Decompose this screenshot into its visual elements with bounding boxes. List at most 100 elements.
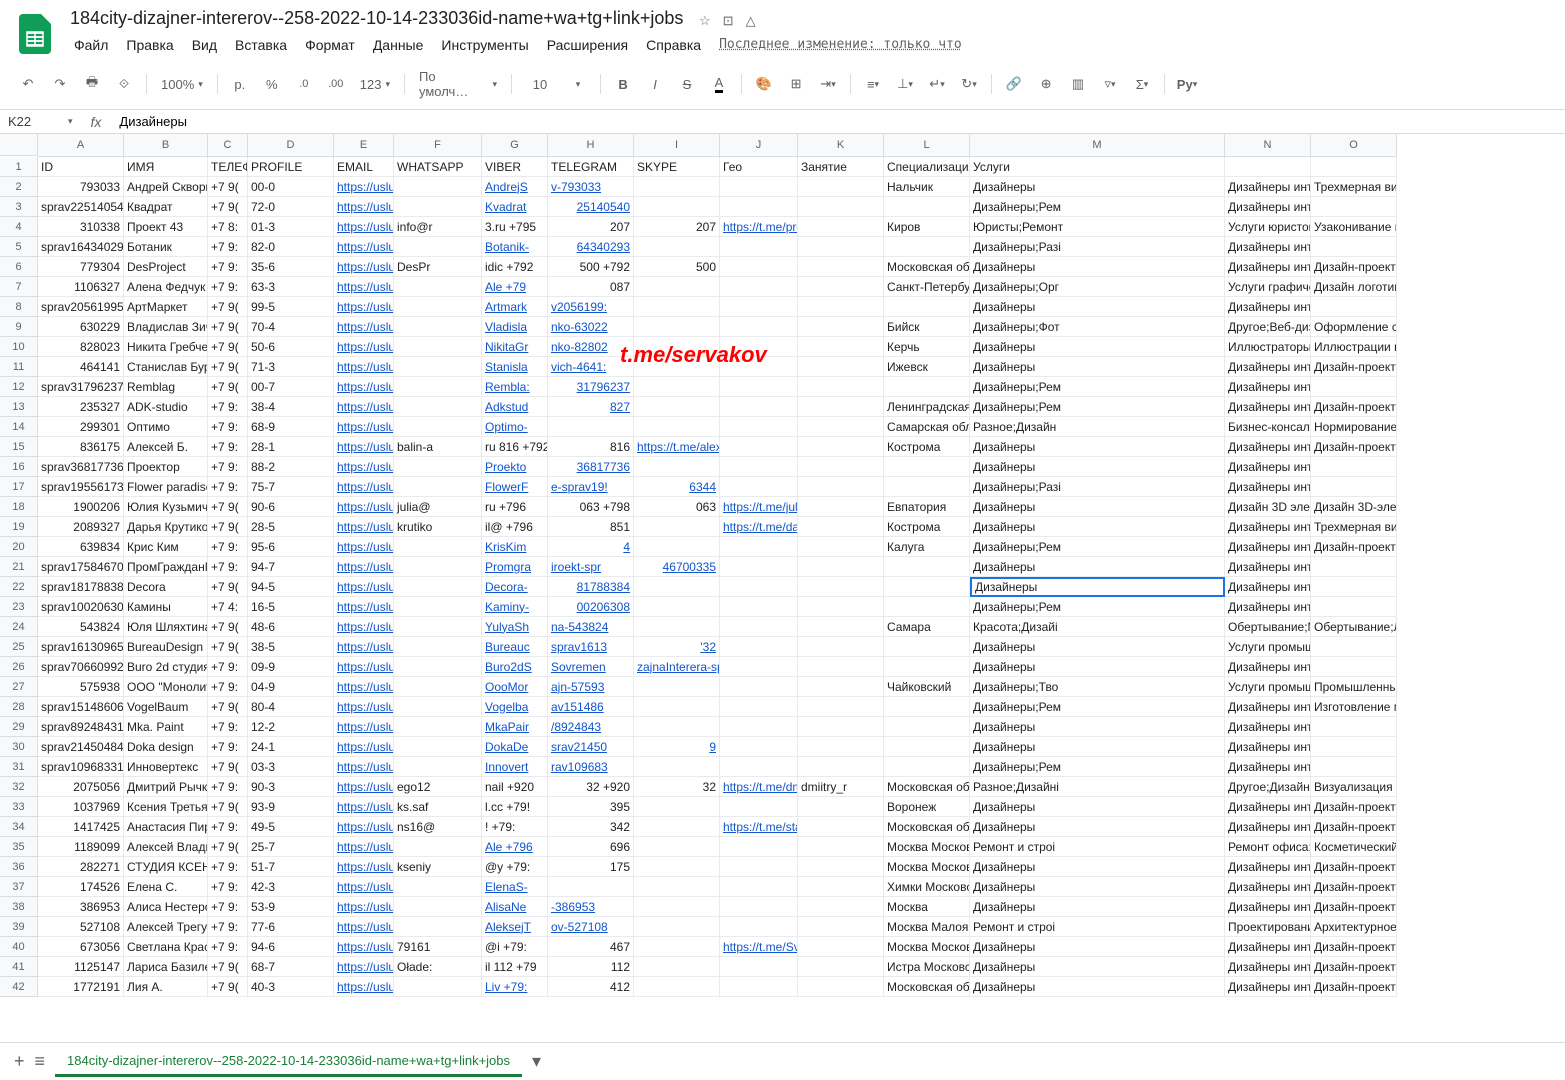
cell[interactable]: sprav892484316 bbox=[38, 717, 124, 737]
cell[interactable] bbox=[634, 897, 720, 917]
cell[interactable] bbox=[394, 357, 482, 377]
cell[interactable]: ИМЯ bbox=[124, 157, 208, 177]
cell[interactable]: Artmark bbox=[482, 297, 548, 317]
cell[interactable]: Kaminy- bbox=[482, 597, 548, 617]
cell[interactable]: Дизайнеры интерьеров bbox=[1225, 557, 1311, 577]
cell[interactable]: Нормирование труда ;Трехмерная визуализа… bbox=[1311, 417, 1397, 437]
zoom-select[interactable]: 100%▾ bbox=[155, 73, 209, 96]
cell[interactable] bbox=[394, 317, 482, 337]
cell[interactable]: https://uslugi.yandex.ru bbox=[334, 597, 394, 617]
cell[interactable]: +7 9: bbox=[208, 817, 248, 837]
cell[interactable] bbox=[394, 237, 482, 257]
cell[interactable]: v2056199: bbox=[548, 297, 634, 317]
cell[interactable] bbox=[1311, 597, 1397, 617]
cell[interactable]: 68-7 bbox=[248, 957, 334, 977]
cell[interactable]: 828023 bbox=[38, 337, 124, 357]
cell[interactable]: Buro2dS bbox=[482, 657, 548, 677]
cell[interactable]: Дизайнеры интерьеров bbox=[1225, 297, 1311, 317]
cell[interactable]: 28-5 bbox=[248, 517, 334, 537]
cell[interactable]: Дизайнеры bbox=[970, 577, 1225, 597]
cell[interactable]: 63-3 bbox=[248, 277, 334, 297]
cell[interactable]: +7 9( bbox=[208, 577, 248, 597]
cell[interactable] bbox=[634, 397, 720, 417]
cell[interactable]: Дизайнеры;Фот bbox=[970, 317, 1225, 337]
cell[interactable]: 79161 bbox=[394, 937, 482, 957]
cell[interactable]: Проектор bbox=[124, 457, 208, 477]
cell[interactable]: sprav205619958 bbox=[38, 297, 124, 317]
cell[interactable] bbox=[798, 477, 884, 497]
cell[interactable]: +7 9( bbox=[208, 697, 248, 717]
cell[interactable]: Нальчик bbox=[884, 177, 970, 197]
cell[interactable]: +7 9( bbox=[208, 957, 248, 977]
cell[interactable]: Дизайнеры bbox=[970, 337, 1225, 357]
cell[interactable] bbox=[634, 317, 720, 337]
cell[interactable]: Красота;Дизайі bbox=[970, 617, 1225, 637]
cell[interactable]: AlisaNe bbox=[482, 897, 548, 917]
cell[interactable]: 310338 bbox=[38, 217, 124, 237]
cell[interactable]: https://uslugi.yandex.ru bbox=[334, 317, 394, 337]
cell[interactable]: https://t.me/proekt43_bot bbox=[720, 217, 798, 237]
cell[interactable] bbox=[720, 557, 798, 577]
cell[interactable]: Лариса Базилев bbox=[124, 957, 208, 977]
cell[interactable]: +7 9( bbox=[208, 637, 248, 657]
cell[interactable]: BureauDesign bbox=[124, 637, 208, 657]
cell[interactable]: zajnaInterera-sprav70660992804 bbox=[634, 657, 720, 677]
cell[interactable] bbox=[884, 557, 970, 577]
row-header[interactable]: 7 bbox=[0, 277, 38, 297]
cell[interactable] bbox=[798, 957, 884, 977]
cell[interactable]: 639834 bbox=[38, 537, 124, 557]
cell[interactable] bbox=[634, 237, 720, 257]
cell[interactable] bbox=[394, 897, 482, 917]
col-header[interactable]: F bbox=[394, 134, 482, 156]
cell[interactable]: +7 9: bbox=[208, 417, 248, 437]
col-header[interactable]: K bbox=[798, 134, 884, 156]
cell[interactable] bbox=[548, 877, 634, 897]
cell[interactable] bbox=[394, 337, 482, 357]
cell[interactable]: dmiitry_r bbox=[798, 777, 884, 797]
cell[interactable]: Москва Москова bbox=[884, 857, 970, 877]
cell[interactable] bbox=[798, 857, 884, 877]
wrap-icon[interactable]: ↵▾ bbox=[923, 70, 951, 98]
row-header[interactable]: 15 bbox=[0, 437, 38, 457]
cell[interactable] bbox=[394, 197, 482, 217]
cell[interactable] bbox=[1311, 577, 1397, 597]
cell[interactable]: Дизайнеры;Разі bbox=[970, 237, 1225, 257]
cell[interactable] bbox=[798, 677, 884, 697]
cell[interactable]: 90-3 bbox=[248, 777, 334, 797]
cell[interactable]: 32 bbox=[634, 777, 720, 797]
cell[interactable]: 779304 bbox=[38, 257, 124, 277]
cell[interactable]: +7 9: bbox=[208, 677, 248, 697]
cell[interactable]: +7 9( bbox=[208, 497, 248, 517]
cell[interactable]: 64340293 bbox=[548, 237, 634, 257]
cell[interactable]: KrisKim bbox=[482, 537, 548, 557]
cell[interactable]: Занятие bbox=[798, 157, 884, 177]
cell[interactable]: 49-5 bbox=[248, 817, 334, 837]
col-header[interactable]: M bbox=[970, 134, 1225, 156]
col-header[interactable]: G bbox=[482, 134, 548, 156]
row-header[interactable]: 12 bbox=[0, 377, 38, 397]
col-header[interactable]: J bbox=[720, 134, 798, 156]
cell[interactable]: 35-6 bbox=[248, 257, 334, 277]
col-header[interactable]: O bbox=[1311, 134, 1397, 156]
row-header[interactable]: 13 bbox=[0, 397, 38, 417]
cell[interactable] bbox=[884, 237, 970, 257]
cell[interactable] bbox=[884, 637, 970, 657]
cell[interactable]: sprav109683312 bbox=[38, 757, 124, 777]
cell[interactable] bbox=[634, 377, 720, 397]
cell[interactable]: https://uslugi.yandex.ru bbox=[334, 677, 394, 697]
cell[interactable] bbox=[798, 917, 884, 937]
cell[interactable]: '32 bbox=[634, 637, 720, 657]
cell[interactable]: SKYPE bbox=[634, 157, 720, 177]
cell[interactable]: 01-3 bbox=[248, 217, 334, 237]
cell[interactable]: Керчь bbox=[884, 337, 970, 357]
cell[interactable]: https://uslugi.yandex.ru bbox=[334, 197, 394, 217]
cell[interactable] bbox=[634, 337, 720, 357]
cell[interactable] bbox=[720, 957, 798, 977]
cell[interactable]: 836175 bbox=[38, 437, 124, 457]
row-header[interactable]: 42 bbox=[0, 977, 38, 997]
cell[interactable]: Самарская обл bbox=[884, 417, 970, 437]
cell[interactable]: https://uslugi.yandex.ru bbox=[334, 397, 394, 417]
functions-icon[interactable]: Σ▾ bbox=[1128, 70, 1156, 98]
cell[interactable]: Дизайнеры интерьеров;Доставка цветов bbox=[1225, 237, 1311, 257]
cell[interactable]: av151486 bbox=[548, 697, 634, 717]
